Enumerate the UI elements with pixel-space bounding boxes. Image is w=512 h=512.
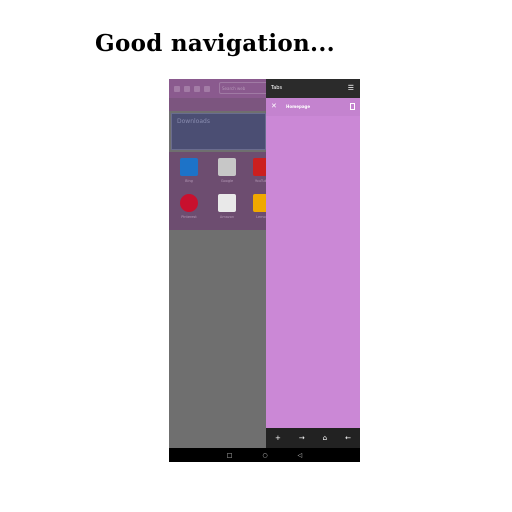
tabs-panel: Tabs ☰ ✕ Homepage — [266, 79, 360, 428]
amazon-icon — [218, 194, 236, 212]
system-nav-bar: □ ○ ◁ — [169, 448, 360, 462]
tile-label: Bing — [185, 179, 193, 183]
tile-bing: Bing — [169, 158, 209, 183]
bing-icon — [180, 158, 198, 176]
tab-count-icon — [204, 85, 210, 92]
tile-label: Amazon — [219, 215, 235, 219]
tab-title: Homepage — [286, 104, 311, 109]
downloads-card: Downloads — [171, 113, 266, 150]
tile-amazon: Amazon — [207, 194, 247, 219]
add-tab-icon[interactable]: + — [275, 434, 281, 442]
downloads-label: Downloads — [177, 118, 210, 125]
forward-icon — [184, 85, 190, 92]
phone-screen: Search web Downloads Bing Google YouTube… — [169, 79, 360, 462]
back-icon — [174, 85, 180, 92]
tile-pinterest: Pinterest — [169, 194, 209, 219]
pinterest-icon — [180, 194, 198, 212]
refresh-icon — [194, 85, 200, 92]
tile-label: Pinterest — [181, 215, 197, 219]
tabs-header: Tabs ☰ — [266, 79, 360, 98]
close-icon[interactable]: ✕ — [271, 102, 277, 110]
recent-apps-icon[interactable]: □ — [227, 452, 233, 459]
home-circle-icon[interactable]: ○ — [262, 452, 267, 459]
home-icon[interactable]: ⌂ — [323, 434, 327, 442]
hamburger-icon[interactable]: ☰ — [348, 84, 354, 92]
tabs-bottom-bar: + → ⌂ ← — [266, 428, 360, 448]
system-back-icon[interactable]: ◁ — [298, 452, 303, 459]
tile-google: Google — [207, 158, 247, 183]
tab-item-homepage[interactable]: ✕ Homepage — [266, 98, 360, 116]
document-icon — [350, 103, 355, 110]
back-arrow-icon[interactable]: ← — [345, 434, 351, 442]
tile-label: Google — [220, 179, 234, 183]
forward-arrow-icon[interactable]: → — [299, 434, 305, 442]
google-icon — [218, 158, 236, 176]
caption-text: Good navigation... — [95, 30, 335, 57]
tabs-title: Tabs — [271, 85, 283, 91]
